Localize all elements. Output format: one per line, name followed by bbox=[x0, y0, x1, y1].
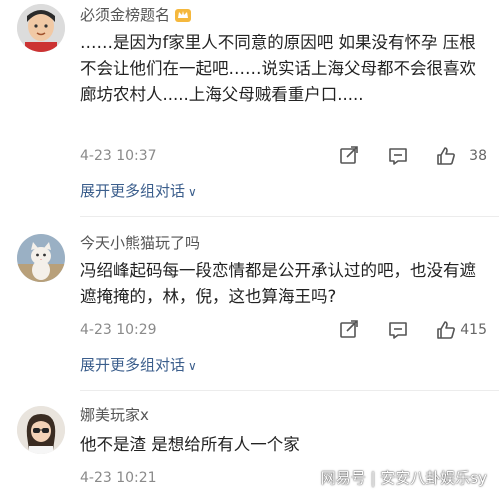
chevron-down-icon: ∨ bbox=[188, 185, 197, 199]
divider bbox=[80, 216, 499, 217]
comment-icon[interactable] bbox=[387, 319, 409, 341]
like-count: 38 bbox=[469, 148, 487, 164]
username[interactable]: 必须金榜题名 bbox=[80, 4, 192, 25]
comment-actions: 38 bbox=[287, 144, 487, 168]
boy-avatar-icon bbox=[17, 4, 65, 52]
timestamp: 4-23 10:21 bbox=[80, 470, 157, 486]
username-text[interactable]: 娜美玩家x bbox=[80, 404, 149, 425]
chevron-down-icon: ∨ bbox=[188, 359, 197, 373]
timestamp: 4-23 10:29 bbox=[80, 322, 157, 338]
comment-actions: 415 bbox=[287, 318, 487, 342]
username[interactable]: 娜美玩家x bbox=[80, 404, 149, 425]
crown-badge-icon bbox=[175, 8, 192, 22]
avatar[interactable] bbox=[17, 4, 65, 52]
avatar[interactable] bbox=[17, 406, 65, 454]
expand-label[interactable]: 展开更多组对话 bbox=[80, 182, 185, 200]
like-count: 415 bbox=[460, 322, 487, 338]
cat-avatar-icon bbox=[17, 234, 65, 282]
comment-meta: 4-23 10:37 38 bbox=[80, 144, 487, 168]
username-text[interactable]: 今天小熊猫玩了吗 bbox=[80, 232, 200, 253]
comment-item: 今天小熊猫玩了吗 冯绍峰起码每一段恋情都是公开承认过的吧，也没有遮遮掩掩的，林，… bbox=[0, 226, 499, 396]
comment-item: 必须金榜题名 ……是因为f家里人不同意的原因吧 如果没有怀孕 压根不会让他们在一… bbox=[0, 0, 499, 210]
divider bbox=[80, 390, 499, 391]
expand-replies-link[interactable]: 展开更多组对话 ∨ bbox=[80, 354, 197, 375]
username-text[interactable]: 必须金榜题名 bbox=[80, 4, 170, 25]
comment-text: ……是因为f家里人不同意的原因吧 如果没有怀孕 压根不会让他们在一起吧……说实话… bbox=[80, 33, 476, 104]
comment-icon[interactable] bbox=[387, 145, 409, 167]
share-icon[interactable] bbox=[338, 319, 360, 341]
share-icon[interactable] bbox=[338, 145, 360, 167]
girl-avatar-icon bbox=[17, 406, 65, 454]
comment-meta: 4-23 10:29 415 bbox=[80, 318, 487, 342]
avatar[interactable] bbox=[17, 234, 65, 282]
comment-text: 他不是渣 是想给所有人一个家 bbox=[80, 435, 300, 454]
expand-replies-link[interactable]: 展开更多组对话 ∨ bbox=[80, 180, 197, 201]
comment-text: 冯绍峰起码每一段恋情都是公开承认过的吧，也没有遮遮掩掩的，林，倪，这也算海王吗? bbox=[80, 261, 476, 306]
thumbs-up-icon[interactable] bbox=[435, 319, 457, 341]
thumbs-up-icon[interactable] bbox=[435, 145, 457, 167]
watermark: 网易号 | 安安八卦娱乐sy bbox=[320, 469, 487, 487]
timestamp: 4-23 10:37 bbox=[80, 148, 157, 164]
username[interactable]: 今天小熊猫玩了吗 bbox=[80, 232, 200, 253]
expand-label[interactable]: 展开更多组对话 bbox=[80, 356, 185, 374]
